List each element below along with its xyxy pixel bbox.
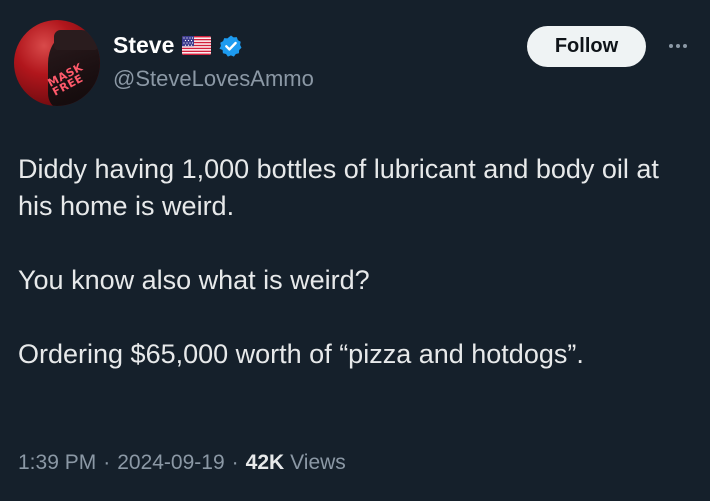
tweet-paragraph: Ordering $65,000 worth of “pizza and hot…: [18, 339, 584, 369]
display-name[interactable]: Steve: [113, 32, 174, 59]
avatar-hat: [54, 30, 98, 50]
tweet-date[interactable]: 2024-09-19: [117, 451, 224, 475]
meta-separator: ·: [231, 451, 239, 474]
more-dot: [669, 44, 673, 48]
tweet-card: MASK FREE Steve @SteveLovesAmmo Follow D…: [0, 0, 710, 501]
tweet-time[interactable]: 1:39 PM: [18, 451, 96, 475]
us-flag-icon: [182, 36, 212, 55]
follow-button[interactable]: Follow: [527, 26, 646, 67]
tweet-paragraph: You know also what is weird?: [18, 265, 370, 295]
tweet-metadata: 1:39 PM · 2024-09-19 · 42K Views: [18, 451, 346, 475]
tweet-paragraph: Diddy having 1,000 bottles of lubricant …: [18, 154, 659, 221]
meta-separator: ·: [103, 451, 111, 474]
tweet-body: Diddy having 1,000 bottles of lubricant …: [18, 151, 698, 373]
author-name-row: Steve: [113, 32, 243, 59]
more-dot: [676, 44, 680, 48]
more-options-icon[interactable]: [660, 38, 696, 54]
views-count[interactable]: 42K: [246, 451, 285, 475]
avatar[interactable]: MASK FREE: [14, 20, 100, 106]
author-handle[interactable]: @SteveLovesAmmo: [113, 66, 314, 92]
verified-badge-icon[interactable]: [219, 34, 243, 58]
views-label: Views: [290, 451, 346, 474]
more-dot: [683, 44, 687, 48]
